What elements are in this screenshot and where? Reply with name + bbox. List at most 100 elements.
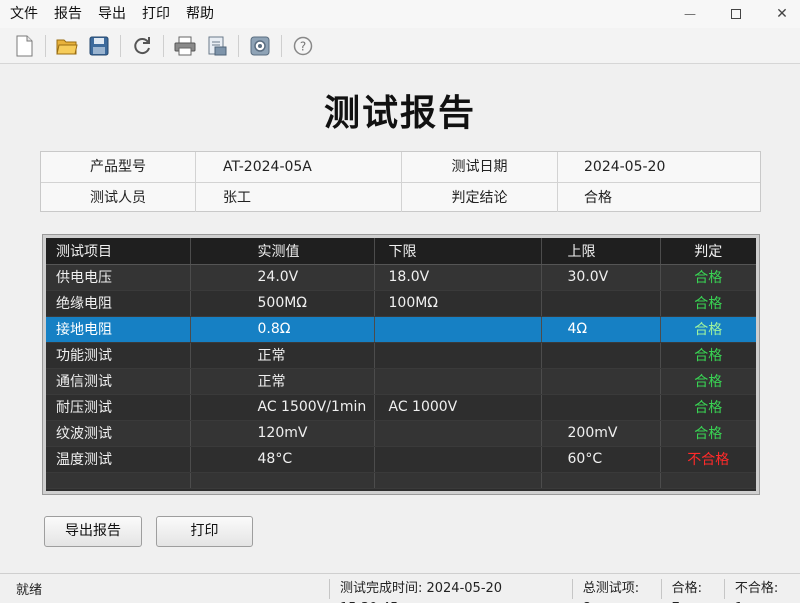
menu-file[interactable]: 文件 xyxy=(0,0,46,28)
table-row[interactable]: 耐压测试 AC 1500V/1min AC 1000V 合格 xyxy=(46,394,756,421)
cell-min: 18.0V xyxy=(374,264,542,291)
grid-header-row: 测试项目 实测值 下限 上限 判定 xyxy=(46,238,756,265)
header-measured[interactable]: 实测值 xyxy=(190,238,375,265)
cell-measured: 正常 xyxy=(190,342,375,369)
toolbar-separator xyxy=(45,34,46,57)
open-button[interactable] xyxy=(53,32,81,60)
refresh-button[interactable] xyxy=(128,32,156,60)
open-folder-icon xyxy=(56,39,78,54)
empty-cell xyxy=(190,472,375,489)
empty-cell xyxy=(660,472,756,489)
cell-max: 4Ω xyxy=(541,316,661,343)
table-row[interactable]: 接地电阻 0.8Ω 4Ω 合格 xyxy=(46,316,756,343)
cell-result: 合格 xyxy=(660,394,756,421)
cell-result: 合格 xyxy=(660,342,756,369)
cell-min: AC 1000V xyxy=(374,394,542,421)
table-row[interactable]: 温度测试 48°C 60°C 不合格 xyxy=(46,446,756,473)
maximize-button[interactable] xyxy=(728,6,744,22)
table-row[interactable]: 功能测试 正常 合格 xyxy=(46,342,756,369)
cell-measured: 500MΩ xyxy=(190,290,375,317)
status-ready: 就绪 xyxy=(16,583,43,598)
new-button[interactable] xyxy=(10,32,38,60)
menu-help[interactable]: 帮助 xyxy=(178,0,222,28)
export-report-button[interactable]: 导出报告 xyxy=(44,516,142,547)
cell-measured: 0.8Ω xyxy=(190,316,375,343)
print-report-button[interactable]: 打印 xyxy=(156,516,253,547)
menu-report[interactable]: 报告 xyxy=(46,0,90,28)
header-result[interactable]: 判定 xyxy=(660,238,756,265)
cell-max xyxy=(541,342,661,369)
window-controls: — ✕ xyxy=(682,0,790,28)
svg-text:?: ? xyxy=(300,39,306,53)
cell-result: 合格 xyxy=(660,368,756,395)
cell-min xyxy=(374,420,542,447)
refresh-icon xyxy=(134,36,150,54)
info-row: 测试人员 张工 判定结论 合格 xyxy=(41,182,760,212)
toolbar: ? xyxy=(0,28,800,64)
menu-bar: 文件 报告 导出 打印 帮助 — ✕ xyxy=(0,0,800,28)
toolbar-separator xyxy=(281,34,282,57)
header-max[interactable]: 上限 xyxy=(541,238,661,265)
help-button[interactable]: ? xyxy=(289,32,317,60)
cell-min xyxy=(374,342,542,369)
tester-label: 测试人员 xyxy=(90,190,146,206)
table-row[interactable]: 通信测试 正常 合格 xyxy=(46,368,756,395)
model-label: 产品型号 xyxy=(90,159,146,175)
header-min[interactable]: 下限 xyxy=(374,238,542,265)
cell-result: 合格 xyxy=(660,420,756,447)
minimize-button[interactable]: — xyxy=(682,6,698,22)
empty-cell xyxy=(46,472,191,489)
cell-name: 接地电阻 xyxy=(46,316,191,343)
header-item[interactable]: 测试项目 xyxy=(46,238,191,265)
cell-min: 100MΩ xyxy=(374,290,542,317)
cell-measured: 48°C xyxy=(190,446,375,473)
status-passed: 合格: 7 xyxy=(660,578,724,603)
empty-row xyxy=(46,472,756,489)
cell-measured: AC 1500V/1min xyxy=(190,394,375,421)
cell-min xyxy=(374,316,542,343)
empty-cell xyxy=(541,472,661,489)
cell-max: 30.0V xyxy=(541,264,661,291)
settings-icon xyxy=(250,36,270,55)
print-preview-button[interactable] xyxy=(203,32,231,60)
cell-name: 纹波测试 xyxy=(46,420,191,447)
cell-result: 合格 xyxy=(660,316,756,343)
cell-max xyxy=(541,290,661,317)
print-button[interactable] xyxy=(171,32,199,60)
cell-name: 功能测试 xyxy=(46,342,191,369)
table-row[interactable]: 绝缘电阻 500MΩ 100MΩ 合格 xyxy=(46,290,756,317)
model-value: AT-2024-05A xyxy=(195,152,401,182)
menu-export[interactable]: 导出 xyxy=(90,0,134,28)
settings-button[interactable] xyxy=(246,32,274,60)
table-row[interactable]: 供电电压 24.0V 18.0V 30.0V 合格 xyxy=(46,264,756,291)
date-value: 2024-05-20 xyxy=(557,152,760,182)
close-button[interactable]: ✕ xyxy=(774,6,790,22)
cell-min xyxy=(374,446,542,473)
cell-name: 温度测试 xyxy=(46,446,191,473)
cell-name: 绝缘电阻 xyxy=(46,290,191,317)
table-row[interactable]: 纹波测试 120mV 200mV 合格 xyxy=(46,420,756,447)
save-button[interactable] xyxy=(85,32,113,60)
cell-min xyxy=(374,368,542,395)
cell-name: 供电电压 xyxy=(46,264,191,291)
cell-max: 200mV xyxy=(541,420,661,447)
menu-print[interactable]: 打印 xyxy=(134,0,178,28)
toolbar-separator xyxy=(238,34,239,57)
cell-name: 耐压测试 xyxy=(46,394,191,421)
toolbar-separator xyxy=(120,34,121,57)
tester-value: 张工 xyxy=(195,183,401,212)
results-table: 测试项目 实测值 下限 上限 判定 供电电压 24.0V 18.0V 30.0V 合格绝… xyxy=(46,238,756,489)
cell-measured: 正常 xyxy=(190,368,375,395)
cell-name: 通信测试 xyxy=(46,368,191,395)
page-title: 测试报告 xyxy=(323,93,476,134)
cell-max xyxy=(541,368,661,395)
cell-result: 合格 xyxy=(660,290,756,317)
cell-measured: 24.0V xyxy=(190,264,375,291)
cell-max xyxy=(541,394,661,421)
results-grid[interactable]: 测试项目 实测值 下限 上限 判定 供电电压 24.0V 18.0V 30.0V 合格绝… xyxy=(42,234,760,495)
new-file-icon xyxy=(16,35,33,56)
cell-measured: 120mV xyxy=(190,420,375,447)
verdict-value: 合格 xyxy=(557,183,760,212)
empty-cell xyxy=(374,472,542,489)
cell-max: 60°C xyxy=(541,446,661,473)
